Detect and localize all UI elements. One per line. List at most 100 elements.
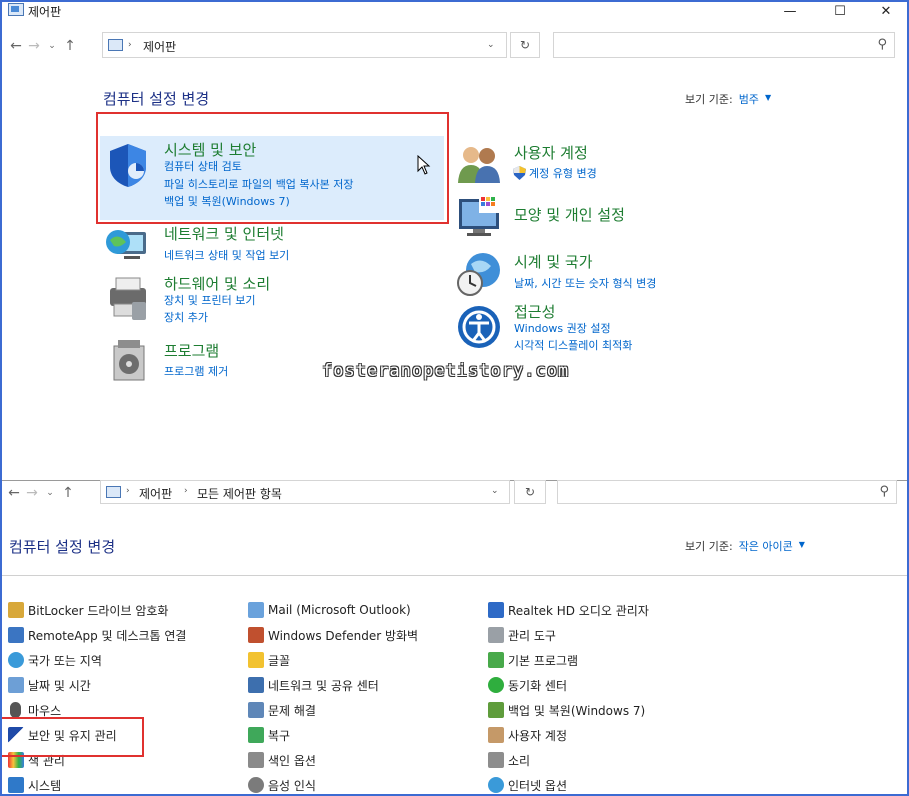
items-column-2: Mail (Microsoft Outlook) Windows Defende…: [248, 600, 418, 795]
item-indexing[interactable]: 색인 옵션: [248, 750, 418, 770]
item-sound[interactable]: 소리: [488, 750, 649, 770]
recovery-icon: [248, 727, 264, 743]
category-hardware-sound[interactable]: 하드웨어 및 소리: [164, 273, 270, 294]
microphone-icon: [248, 777, 264, 793]
item-remoteapp[interactable]: RemoteApp 및 데스크톱 연결: [8, 625, 186, 645]
bitlocker-key-icon: [8, 602, 24, 618]
link-file-history[interactable]: 파일 히스토리로 파일의 백업 복사본 저장: [164, 176, 354, 192]
category-user-accounts[interactable]: 사용자 계정: [514, 142, 588, 163]
breadcrumb-separator-icon: ›: [126, 486, 130, 496]
breadcrumb-control-panel[interactable]: 제어판: [139, 485, 172, 502]
dropdown-arrow-icon[interactable]: ▼: [765, 93, 771, 107]
item-mail[interactable]: Mail (Microsoft Outlook): [248, 600, 418, 620]
item-internet-options[interactable]: 인터넷 옵션: [488, 775, 649, 795]
search-input[interactable]: ⚲: [553, 32, 895, 58]
system-monitor-icon: [8, 777, 24, 793]
link-uninstall-program[interactable]: 프로그램 제거: [164, 363, 228, 379]
link-devices-printers[interactable]: 장치 및 프린터 보기: [164, 292, 255, 308]
mail-icon: [248, 602, 264, 618]
item-sync-center[interactable]: 동기화 센터: [488, 675, 649, 695]
sync-icon: [488, 677, 504, 693]
backup-icon: [488, 702, 504, 718]
indexing-icon: [248, 752, 264, 768]
link-windows-recommended[interactable]: Windows 권장 설정: [514, 320, 611, 336]
back-arrow-icon[interactable]: ←: [7, 36, 25, 56]
item-firewall[interactable]: Windows Defender 방화벽: [248, 625, 418, 645]
up-arrow-icon[interactable]: ↑: [59, 483, 77, 503]
item-user-accounts[interactable]: 사용자 계정: [488, 725, 649, 745]
address-dropdown-icon[interactable]: ⌄: [487, 40, 495, 50]
item-default-programs[interactable]: 기본 프로그램: [488, 650, 649, 670]
breadcrumb-control-panel[interactable]: 제어판: [143, 38, 176, 55]
item-system[interactable]: 시스템: [8, 775, 186, 795]
recent-chevron-icon[interactable]: ⌄: [41, 483, 59, 503]
breadcrumb-separator-icon: ›: [128, 40, 132, 50]
globe-icon: [8, 652, 24, 668]
item-recovery[interactable]: 복구: [248, 725, 418, 745]
internet-globe-icon: [488, 777, 504, 793]
breadcrumb-all-items[interactable]: 모든 제어판 항목: [197, 485, 282, 502]
view-by: 보기 기준: 범주 ▼: [685, 91, 771, 107]
list-divider: [2, 575, 907, 576]
item-realtek[interactable]: Realtek HD 오디오 관리자: [488, 600, 649, 620]
category-appearance-personalization[interactable]: 모양 및 개인 설정: [514, 204, 625, 225]
search-input-bottom[interactable]: ⚲: [557, 480, 897, 504]
view-by-dropdown[interactable]: 작은 아이콘: [739, 538, 793, 554]
back-arrow-icon[interactable]: ←: [5, 483, 23, 503]
mouse-cursor-icon: [417, 155, 431, 175]
category-clock-region[interactable]: 시계 및 국가: [514, 251, 593, 272]
item-speech[interactable]: 음성 인식: [248, 775, 418, 795]
link-review-status[interactable]: 컴퓨터 상태 검토: [164, 158, 242, 174]
category-ease-of-access[interactable]: 접근성: [514, 301, 555, 322]
link-change-account-type[interactable]: 계정 유형 변경: [529, 165, 597, 181]
items-column-3: Realtek HD 오디오 관리자 관리 도구 기본 프로그램 동기화 센터 …: [488, 600, 649, 795]
calendar-clock-icon: [8, 677, 24, 693]
close-button[interactable]: ✕: [863, 0, 909, 22]
item-admin-tools[interactable]: 관리 도구: [488, 625, 649, 645]
category-network-internet[interactable]: 네트워크 및 인터넷: [164, 223, 284, 244]
link-add-device[interactable]: 장치 추가: [164, 309, 208, 325]
item-network-sharing[interactable]: 네트워크 및 공유 센터: [248, 675, 418, 695]
maximize-button[interactable]: ☐: [817, 0, 863, 22]
breadcrumb-separator-icon: ›: [184, 486, 188, 496]
link-change-date-format[interactable]: 날짜, 시간 또는 숫자 형식 변경: [514, 275, 656, 291]
uac-shield-icon: [513, 166, 526, 180]
view-by-dropdown[interactable]: 범주: [739, 91, 759, 107]
recent-chevron-icon[interactable]: ⌄: [43, 36, 61, 56]
remote-desktop-icon: [8, 627, 24, 643]
appearance-monitor-icon: [459, 195, 499, 236]
forward-arrow-icon[interactable]: →: [23, 483, 41, 503]
font-folder-icon: [248, 652, 264, 668]
item-date-time[interactable]: 날짜 및 시간: [8, 675, 186, 695]
item-region[interactable]: 국가 또는 지역: [8, 650, 186, 670]
items-column-1: BitLocker 드라이브 암호화 RemoteApp 및 데스크톱 연결 국…: [8, 600, 186, 795]
refresh-icon: ↻: [524, 485, 536, 499]
item-bitlocker[interactable]: BitLocker 드라이브 암호화: [8, 600, 186, 620]
programs-icon: [113, 340, 145, 381]
address-bar[interactable]: › 제어판 ⌄: [102, 32, 507, 58]
item-troubleshooting[interactable]: 문제 해결: [248, 700, 418, 720]
item-backup-restore[interactable]: 백업 및 복원(Windows 7): [488, 700, 649, 720]
refresh-button-bottom[interactable]: ↻: [514, 480, 546, 504]
link-optimize-display[interactable]: 시각적 디스플레이 최적화: [514, 337, 632, 353]
default-programs-icon: [488, 652, 504, 668]
control-panel-icon: [108, 39, 123, 51]
address-dropdown-icon[interactable]: ⌄: [491, 486, 499, 496]
search-icon: ⚲: [879, 484, 889, 499]
up-arrow-icon[interactable]: ↑: [61, 36, 79, 56]
dropdown-arrow-icon[interactable]: ▼: [799, 540, 805, 554]
mouse-icon: [10, 702, 21, 718]
forward-arrow-icon[interactable]: →: [25, 36, 43, 56]
link-network-status[interactable]: 네트워크 상태 및 작업 보기: [164, 247, 289, 263]
link-backup-restore[interactable]: 백업 및 복원(Windows 7): [164, 193, 290, 209]
item-fonts[interactable]: 글꼴: [248, 650, 418, 670]
address-bar-bottom[interactable]: › 제어판 › 모든 제어판 항목 ⌄: [100, 480, 510, 504]
category-programs[interactable]: 프로그램: [164, 340, 219, 361]
refresh-icon: ↻: [519, 38, 531, 52]
users-icon: [488, 727, 504, 743]
refresh-button[interactable]: ↻: [510, 32, 540, 58]
search-icon: ⚲: [877, 37, 887, 52]
minimize-button[interactable]: —: [767, 0, 813, 22]
category-system-security[interactable]: 시스템 및 보안: [164, 139, 256, 160]
bottom-nav-buttons: ← → ⌄ ↑: [5, 483, 95, 503]
